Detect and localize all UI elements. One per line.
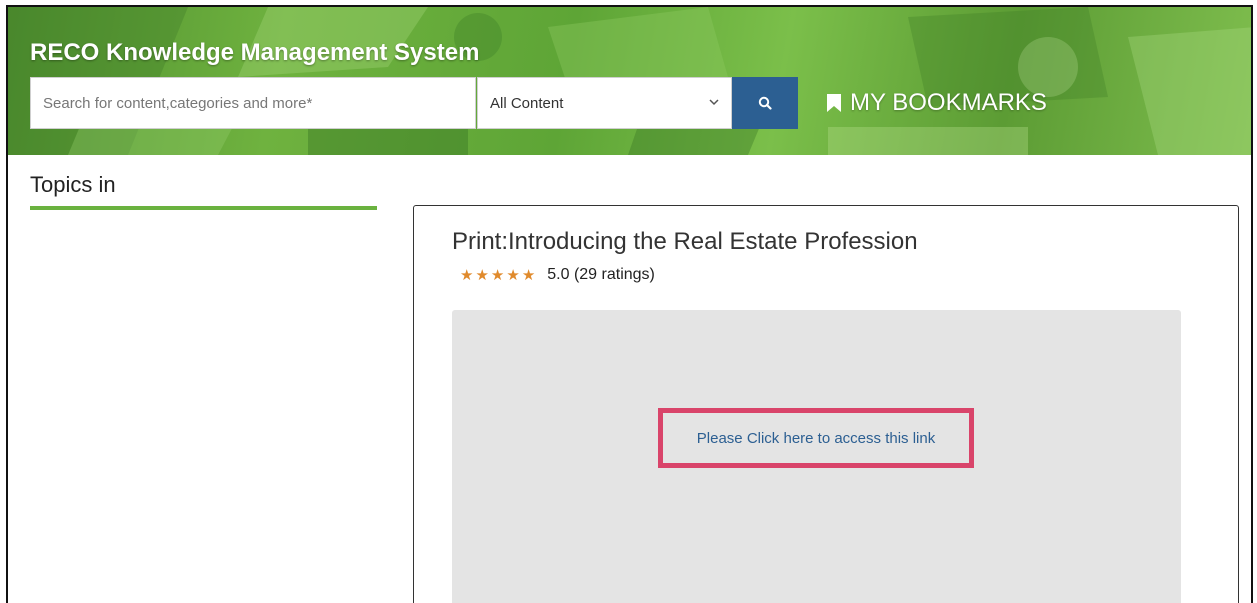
content-filter-value: All Content	[490, 94, 564, 112]
content-filter-select[interactable]: All Content	[477, 77, 732, 129]
topics-heading: Topics in	[30, 172, 116, 197]
topics-underline	[30, 206, 377, 210]
rating-stars: ★ ★ ★ ★ ★	[460, 266, 537, 284]
search-icon	[758, 96, 772, 110]
article-content-area: Please Click here to access this link	[452, 310, 1181, 603]
rating-text: 5.0 (29 ratings)	[547, 266, 655, 283]
bookmark-icon	[827, 94, 841, 112]
app-frame: RECO Knowledge Management System All Con…	[6, 5, 1253, 603]
my-bookmarks-label: MY BOOKMARKS	[850, 89, 1047, 116]
app-title: RECO Knowledge Management System	[30, 39, 480, 66]
chevron-down-icon	[709, 97, 719, 109]
header-banner: RECO Knowledge Management System All Con…	[8, 7, 1251, 155]
my-bookmarks-link[interactable]: MY BOOKMARKS	[826, 89, 1047, 117]
article-title: Print:Introducing the Real Estate Profes…	[452, 228, 918, 255]
star-icon: ★	[475, 267, 489, 284]
article-card: Print:Introducing the Real Estate Profes…	[413, 205, 1239, 603]
access-link[interactable]: Please Click here to access this link	[697, 430, 935, 447]
search-button[interactable]	[732, 77, 798, 129]
access-link-highlight: Please Click here to access this link	[658, 408, 974, 468]
star-icon: ★	[506, 267, 520, 284]
star-icon: ★	[490, 267, 505, 284]
article-rating: ★ ★ ★ ★ ★ 5.0 (29 ratings)	[460, 266, 655, 284]
star-icon: ★	[460, 267, 474, 284]
star-icon: ★	[521, 267, 536, 284]
search-input[interactable]	[30, 77, 476, 129]
